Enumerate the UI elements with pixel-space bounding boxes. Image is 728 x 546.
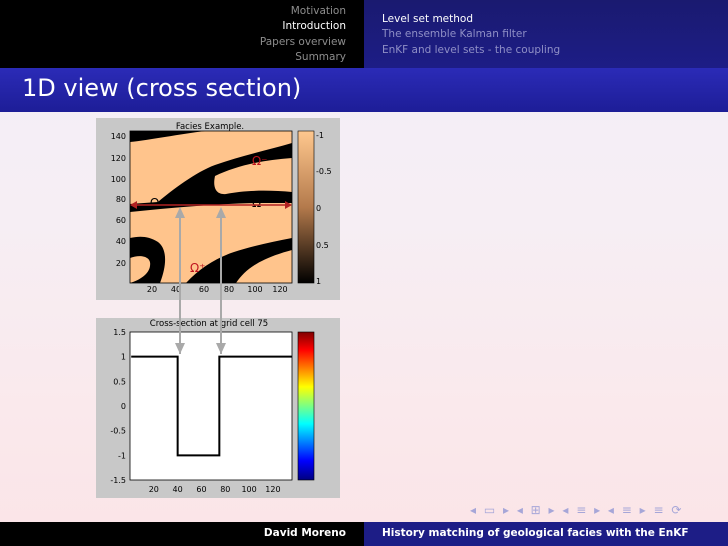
- facies-y-tick: 80: [116, 195, 126, 204]
- facies-x-tick: 100: [247, 285, 262, 294]
- facies-x-tick: 20: [147, 285, 157, 294]
- cross-section-x-tick: 20: [149, 485, 159, 494]
- cross-section-y-tick: 0.5: [113, 377, 126, 386]
- cross-section-y-tick: -1: [118, 451, 126, 460]
- colorbar-tick: 1: [316, 277, 321, 286]
- facies-colorbar: [297, 130, 315, 284]
- facies-y-tick: 120: [111, 154, 126, 163]
- cross-section-y-tick: -1.5: [110, 476, 126, 485]
- cross-section-x-tick: 80: [220, 485, 230, 494]
- facies-y-tick: 60: [116, 216, 126, 225]
- facies-y-tick: 100: [111, 175, 126, 184]
- omega-plus-right-label: Ω⁺: [252, 196, 268, 210]
- omega-plus-left-label: Ω⁺: [150, 196, 166, 210]
- cross-section-x-tick: 40: [173, 485, 183, 494]
- cross-section-plot-area: [129, 331, 293, 481]
- cross-section-y-tick: 0: [121, 402, 126, 411]
- colorbar-tick: -1: [316, 131, 324, 140]
- cross-section-colorbar: [297, 331, 315, 481]
- omega-minus-label: Ω⁻: [252, 154, 268, 168]
- facies-figure: Facies Example. Ω⁻ Ω⁺ Ω⁺ Ω⁺ 140 120 100 …: [96, 118, 340, 498]
- cross-section-title: Cross-section at grid cell 75: [150, 319, 268, 329]
- cross-section-x-tick: 120: [265, 485, 280, 494]
- facies-y-tick: 40: [116, 237, 126, 246]
- cross-section-y-tick: 1.5: [113, 328, 126, 337]
- facies-x-tick: 80: [224, 285, 234, 294]
- facies-figure-title: Facies Example.: [176, 122, 244, 132]
- omega-plus-bottom-label: Ω⁺: [190, 261, 206, 275]
- facies-x-tick: 60: [199, 285, 209, 294]
- cross-section-x-tick: 100: [241, 485, 256, 494]
- cross-section-x-tick: 60: [196, 485, 206, 494]
- colorbar-tick: 0: [316, 204, 321, 213]
- beamer-navigation-symbols[interactable]: ◂ ▭ ▸ ◂ ⊞ ▸ ◂ ≡ ▸ ◂ ≡ ▸ ≡ ⟳: [470, 503, 683, 517]
- cross-section-y-tick: -0.5: [110, 427, 126, 436]
- colorbar-tick: 0.5: [316, 241, 329, 250]
- cross-section-y-tick: 1: [121, 353, 126, 362]
- footer-author: David Moreno: [263, 527, 346, 539]
- footer-title: History matching of geological facies wi…: [382, 527, 689, 539]
- footer-bar: David Moreno History matching of geologi…: [0, 522, 728, 546]
- facies-y-tick: 140: [111, 132, 126, 141]
- colorbar-tick: -0.5: [316, 167, 332, 176]
- facies-y-tick: 20: [116, 259, 126, 268]
- facies-x-tick: 120: [272, 285, 287, 294]
